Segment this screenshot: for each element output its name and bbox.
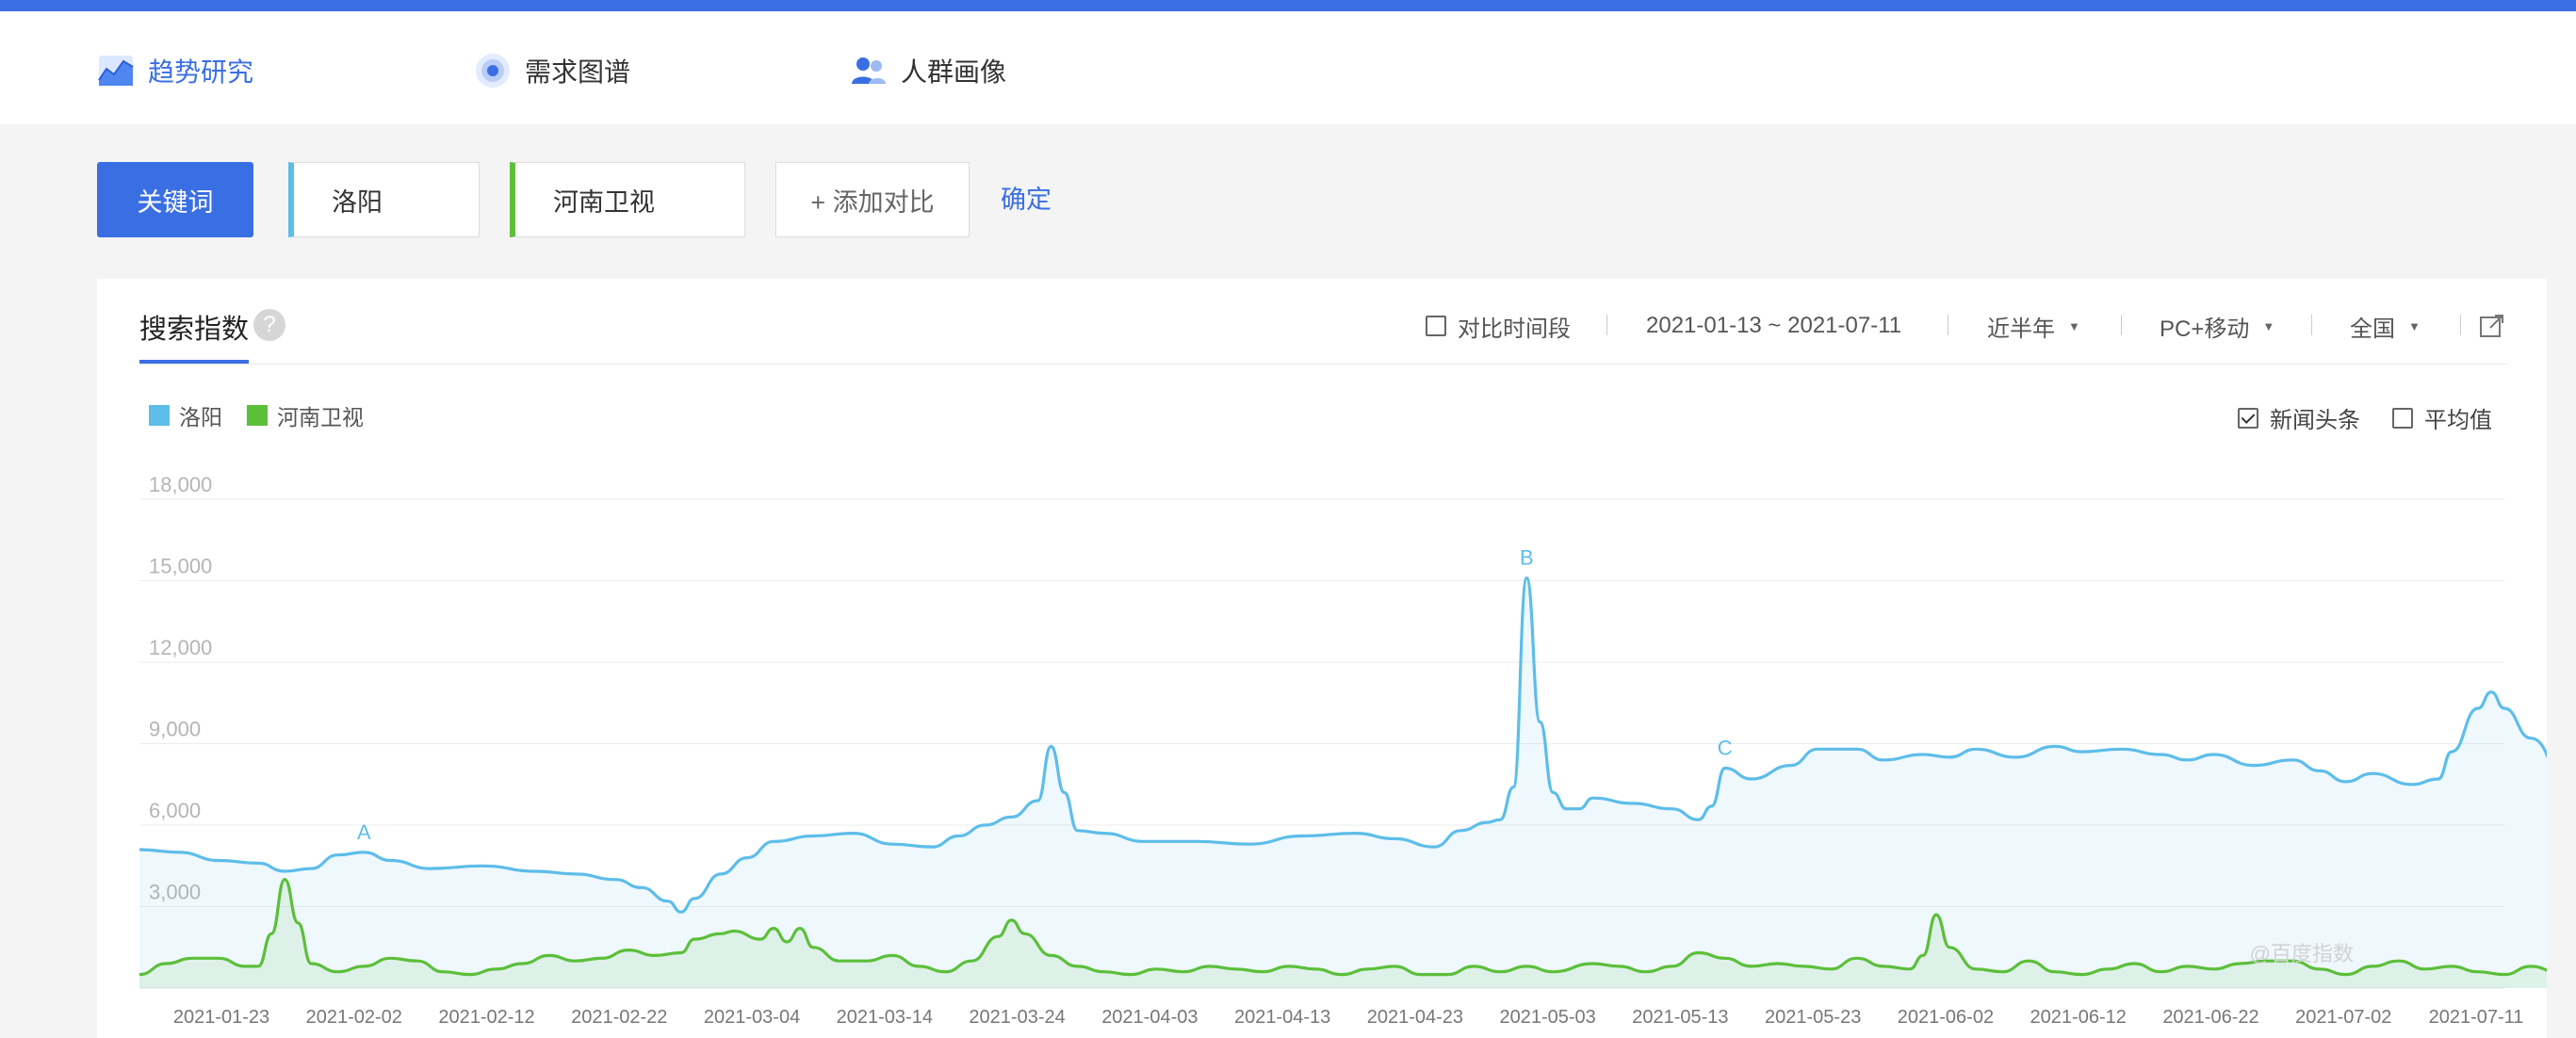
x-tick-label: 2021-07-02 (2295, 1007, 2391, 1028)
y-tick-label: 12,000 (149, 636, 212, 659)
y-tick-label: 9,000 (149, 718, 201, 741)
top-accent-bar (0, 0, 2576, 11)
x-tick-label: 2021-03-24 (969, 1007, 1065, 1028)
news-annotation-marker[interactable]: A (357, 820, 371, 844)
x-tick-label: 2021-06-22 (2162, 1007, 2258, 1028)
series-area-luoyang (139, 577, 2547, 988)
news-annotation-marker[interactable]: B (1520, 546, 1534, 570)
y-tick-label: 6,000 (149, 799, 201, 822)
keyword-term-luoyang[interactable]: 洛阳 (288, 162, 480, 237)
x-tick-label: 2021-04-03 (1101, 1007, 1198, 1028)
news-annotation-marker[interactable]: C (1718, 736, 1733, 759)
keyword-term-henan-tv[interactable]: 河南卫视 (510, 162, 745, 237)
search-index-chart[interactable]: 18,00015,00012,0009,0006,0003,000ABCA202… (97, 279, 2547, 1038)
watermark: @百度指数 (2250, 942, 2354, 965)
x-tick-label: 2021-05-03 (1499, 1007, 1595, 1028)
x-tick-label: 2021-04-13 (1234, 1007, 1330, 1028)
x-tick-label: 2021-06-02 (1898, 1007, 1994, 1028)
x-tick-label: 2021-02-02 (306, 1007, 402, 1028)
nav-audience-portrait-label: 人群画像 (901, 57, 1007, 87)
radar-target-icon (476, 53, 510, 88)
nav-trend-research-label: 趋势研究 (148, 57, 254, 87)
x-tick-label: 2021-07-11 (2429, 1007, 2524, 1028)
main-nav: 趋势研究 需求图谱 人群画像 (0, 11, 2576, 124)
y-tick-label: 18,000 (149, 473, 212, 496)
x-tick-label: 2021-03-04 (704, 1007, 800, 1028)
x-tick-label: 2021-02-12 (438, 1007, 534, 1028)
x-tick-label: 2021-04-23 (1367, 1007, 1463, 1028)
x-tick-label: 2021-02-22 (571, 1007, 667, 1028)
add-compare-button[interactable]: + 添加对比 (775, 162, 970, 237)
nav-demand-graph[interactable]: 需求图谱 (474, 11, 630, 129)
nav-demand-graph-label: 需求图谱 (525, 57, 631, 87)
users-icon (852, 57, 886, 84)
keyword-label-button[interactable]: 关键词 (97, 162, 253, 237)
search-index-panel: 搜索指数 ? 对比时间段 2021-01-13 ~ 2021-07-11 近半年… (97, 279, 2547, 1038)
x-tick-label: 2021-01-23 (173, 1007, 269, 1028)
y-tick-label: 15,000 (149, 555, 212, 578)
x-tick-label: 2021-05-23 (1765, 1007, 1861, 1028)
confirm-button[interactable]: 确定 (1001, 179, 1052, 216)
chart-area-icon (98, 55, 134, 86)
x-tick-label: 2021-06-12 (2030, 1007, 2127, 1028)
nav-trend-research[interactable]: 趋势研究 (97, 11, 253, 129)
nav-audience-portrait[interactable]: 人群画像 (850, 11, 1006, 129)
x-tick-label: 2021-03-14 (837, 1007, 933, 1028)
x-tick-label: 2021-05-13 (1632, 1007, 1728, 1028)
